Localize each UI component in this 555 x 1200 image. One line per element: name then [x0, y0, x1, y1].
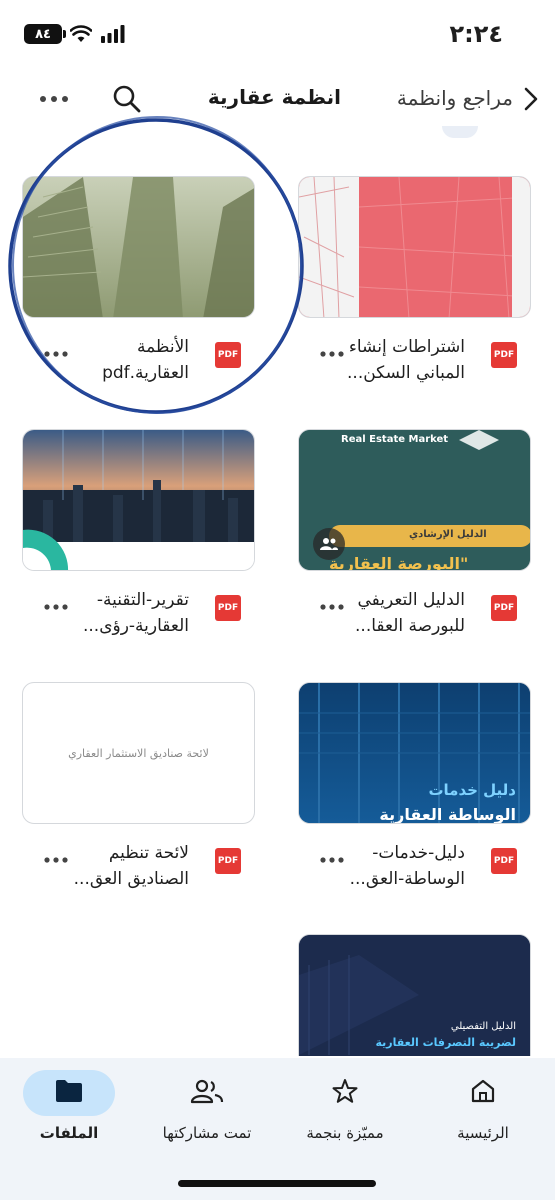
file-more-icon[interactable] [42, 346, 70, 362]
file-thumbnail[interactable]: الدليل التفصيلي لضريبة التصرفات العقارية [298, 934, 531, 1056]
nav-files[interactable]: الملفات [4, 1070, 134, 1150]
home-indicator [178, 1180, 376, 1187]
nav-label: الملفات [39, 1124, 99, 1142]
bottom-navigation: الرئيسية مميّزة بنجمة تمت مشاركتها الملف… [0, 1058, 555, 1200]
thumb-tag-text: الدليل الإرشادي [409, 529, 487, 540]
file-name: لائحة تنظيم الصناديق العق... [73, 843, 189, 889]
pdf-file-icon: PDF [491, 848, 517, 874]
scroll-indicator [442, 126, 478, 138]
status-time: ٢:٢٤ [449, 20, 503, 48]
file-thumbnail[interactable] [22, 176, 255, 318]
pdf-file-icon: PDF [215, 848, 241, 874]
thumb-line2-text: الوساطة العقارية [379, 805, 516, 824]
thumb-line1-text: لائحة صناديق الاستثمار العقاري [68, 747, 209, 760]
back-arrow-icon[interactable] [515, 84, 545, 114]
signal-icon [100, 25, 126, 43]
thumb-line1-text: دليل خدمات [428, 781, 516, 799]
pdf-file-icon: PDF [491, 595, 517, 621]
file-thumbnail[interactable]: Real Estate Market الدليل الإرشادي البور… [298, 429, 531, 571]
file-more-icon[interactable] [318, 346, 346, 362]
file-thumbnail[interactable] [298, 176, 531, 318]
nav-label: الرئيسية [457, 1124, 509, 1142]
nav-shared[interactable]: تمت مشاركتها [142, 1070, 272, 1150]
file-name: الأنظمة العقارية.pdf [102, 337, 189, 383]
file-more-icon[interactable] [318, 599, 346, 615]
file-name: تقرير-التقنية-العقارية-رؤى... [82, 590, 189, 636]
top-app-bar: مراجع وانظمة انظمة عقارية [0, 74, 555, 126]
file-more-icon[interactable] [42, 852, 70, 868]
file-grid: اشتراطات إنشاء المباني السكن... PDF الأن… [0, 176, 555, 1056]
file-thumbnail[interactable]: دليل خدمات الوساطة العقارية [298, 682, 531, 824]
nav-label: تمت مشاركتها [162, 1124, 252, 1142]
search-icon[interactable] [110, 82, 144, 116]
status-bar: ٢:٢٤ ٨٤ [0, 0, 555, 66]
people-icon [190, 1077, 224, 1109]
status-icons: ٨٤ [24, 24, 126, 44]
battery-icon: ٨٤ [24, 24, 66, 44]
home-icon [469, 1077, 497, 1109]
file-name: اشتراطات إنشاء المباني السكن... [347, 337, 465, 383]
pdf-file-icon: PDF [215, 595, 241, 621]
thumb-line1-text: الدليل التفصيلي [450, 1021, 516, 1032]
star-icon [331, 1077, 359, 1109]
more-options-icon[interactable] [36, 87, 72, 111]
file-thumbnail[interactable]: لائحة صناديق الاستثمار العقاري [22, 682, 255, 824]
file-name: دليل-خدمات-الوساطة-العق... [349, 843, 465, 889]
nav-home[interactable]: الرئيسية [418, 1070, 548, 1150]
pdf-file-icon: PDF [491, 342, 517, 368]
file-thumbnail[interactable] [22, 429, 255, 571]
nav-label: مميّزة بنجمة [306, 1124, 384, 1142]
wifi-icon [70, 25, 92, 43]
pdf-file-icon: PDF [215, 342, 241, 368]
file-more-icon[interactable] [42, 599, 70, 615]
thumb-headline-text: البورصة العقارية" [329, 554, 469, 571]
thumb-line2-text: لضريبة التصرفات العقارية [375, 1036, 516, 1049]
thumb-brand-text: Real Estate Market [341, 434, 449, 445]
shared-people-icon [313, 528, 345, 560]
folder-icon [54, 1078, 84, 1108]
nav-starred[interactable]: مميّزة بنجمة [280, 1070, 410, 1150]
page-title: انظمة عقارية [207, 85, 341, 109]
file-name: الدليل التعريفي للبورصة العقا... [355, 590, 465, 636]
breadcrumb-parent-folder[interactable]: مراجع وانظمة [397, 86, 513, 110]
file-more-icon[interactable] [318, 852, 346, 868]
